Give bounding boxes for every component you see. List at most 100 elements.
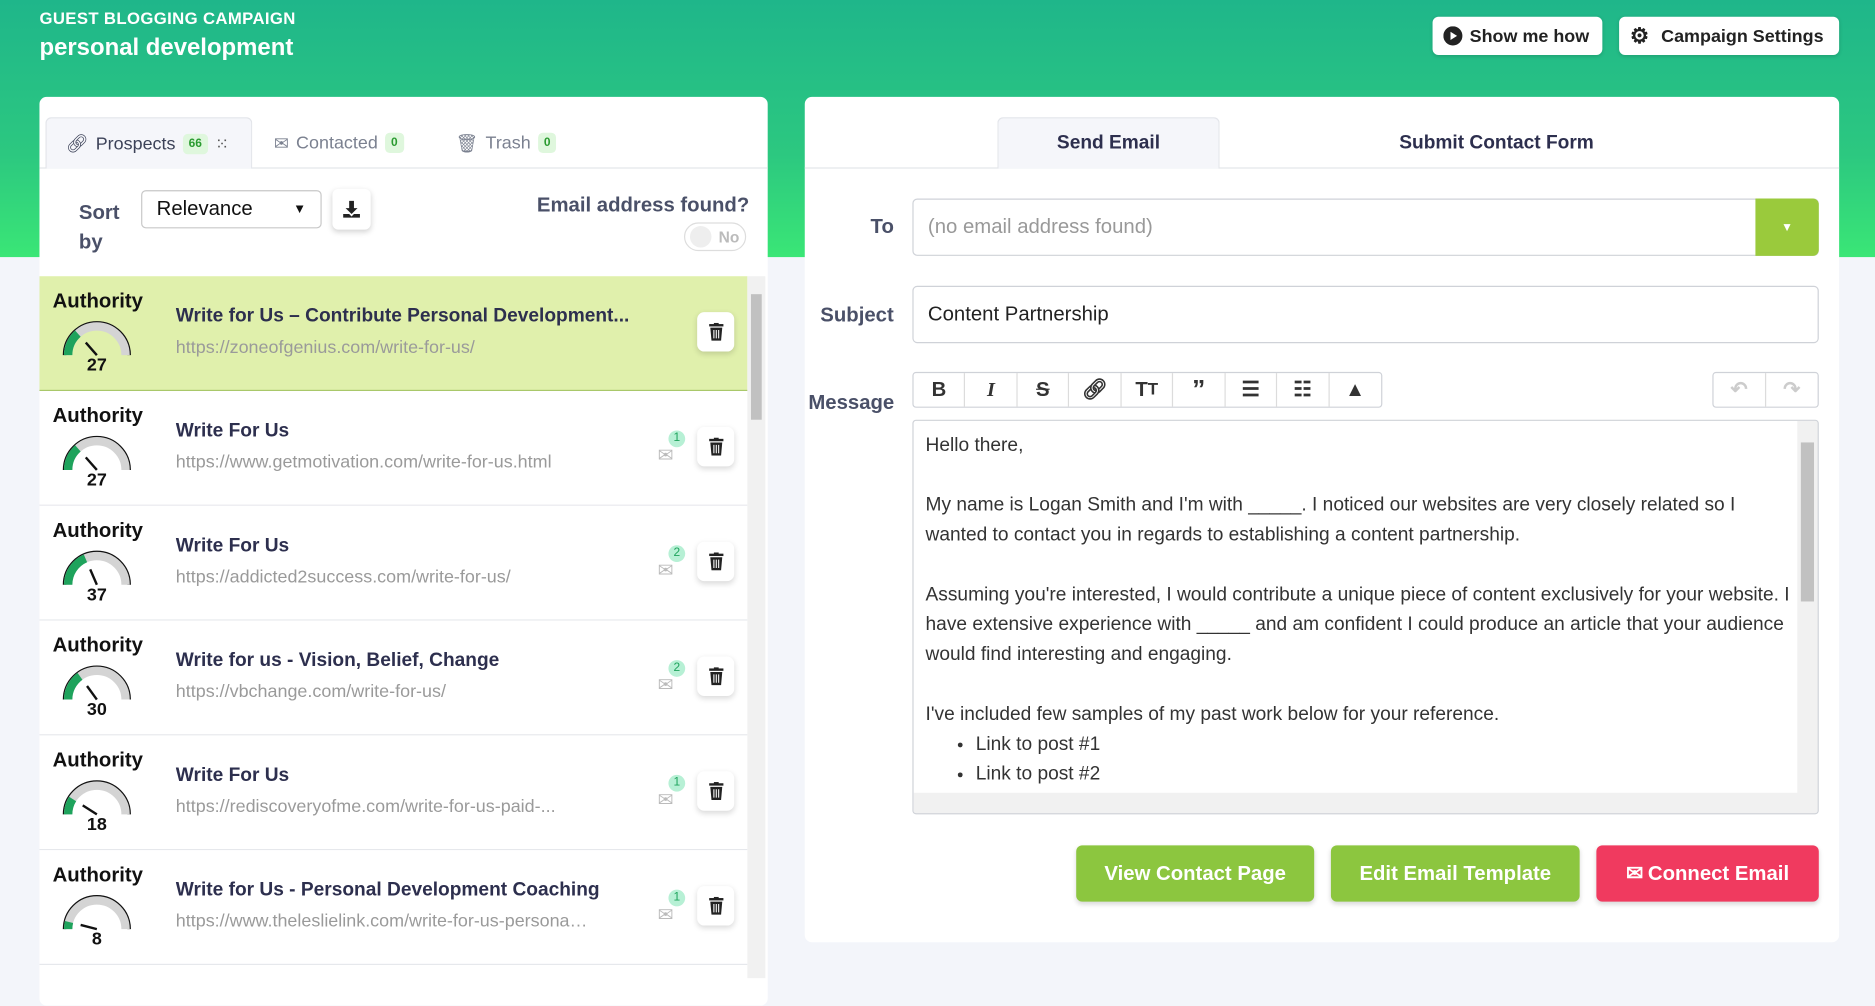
- delete-prospect-button[interactable]: [697, 312, 735, 352]
- bold-icon[interactable]: B: [914, 373, 966, 407]
- prospect-title[interactable]: Write for Us - Personal Development Coac…: [176, 880, 600, 902]
- delete-prospect-button[interactable]: [697, 426, 735, 467]
- gauge-needle: [84, 341, 98, 356]
- prospect-title[interactable]: Write For Us: [176, 421, 289, 443]
- chevron-down-icon: ▼: [293, 202, 307, 217]
- authority-gauge: [62, 780, 131, 816]
- message-paragraph: Hello there,: [925, 435, 1024, 456]
- undo-icon[interactable]: ↶: [1714, 373, 1766, 407]
- to-label: To: [870, 215, 894, 238]
- authority-value: 18: [86, 814, 107, 835]
- editor-hscrollbar[interactable]: [913, 792, 1818, 814]
- scrollbar-thumb[interactable]: [1800, 442, 1815, 602]
- to-dropdown-button[interactable]: ▼: [1755, 198, 1819, 256]
- prospect-url[interactable]: https://rediscoveryofme.com/write-for-us…: [176, 796, 556, 816]
- authority-label: Authority: [52, 518, 143, 542]
- message-list-item: Link to post #2: [976, 759, 1793, 789]
- campaign-settings-button[interactable]: ⚙ Campaign Settings: [1619, 16, 1840, 56]
- download-button[interactable]: [332, 189, 370, 230]
- trash-icon: [708, 552, 723, 571]
- authority-label: Authority: [52, 748, 143, 772]
- prospect-title[interactable]: Write for Us – Contribute Personal Devel…: [176, 306, 630, 328]
- loading-spinner-icon: ⁙: [215, 133, 230, 153]
- envelope-open-icon: ✉: [1626, 861, 1644, 885]
- italic-icon[interactable]: I: [966, 373, 1018, 407]
- envelope-icon: ✉: [657, 560, 674, 582]
- campaign-settings-label: Campaign Settings: [1661, 25, 1824, 47]
- authority-value: 8: [91, 929, 102, 950]
- prospect-row[interactable]: Authority 8 Write for Us - Personal Deve…: [39, 850, 748, 966]
- authority-gauge: [62, 321, 131, 356]
- gauge-bg: [63, 781, 130, 815]
- trash-icon: [708, 782, 723, 800]
- link-icon[interactable]: 🔗︎: [1069, 373, 1122, 407]
- prospect-row[interactable]: Authority 27 Write for Us – Contribute P…: [39, 276, 748, 392]
- prospect-url[interactable]: https://www.getmotivation.com/write-for-…: [176, 452, 552, 472]
- sort-value: Relevance: [156, 197, 253, 221]
- numbered-list-icon[interactable]: ☷: [1277, 373, 1330, 407]
- prospect-title[interactable]: Write For Us: [176, 765, 289, 787]
- prospect-title[interactable]: Write For Us: [176, 536, 289, 558]
- email-count-indicator: ✉ 2: [658, 660, 689, 696]
- prospect-url[interactable]: https://vbchange.com/write-for-us/: [176, 682, 446, 702]
- email-count-badge: 1: [668, 889, 686, 907]
- message-paragraph: Assuming you're interested, I would cont…: [925, 584, 1790, 665]
- view-contact-page-button[interactable]: View Contact Page: [1076, 845, 1315, 902]
- tab-submit-contact-form[interactable]: Submit Contact Form: [1351, 117, 1642, 168]
- to-input[interactable]: (no email address found): [912, 198, 1819, 256]
- gauge-needle: [84, 456, 98, 471]
- image-icon[interactable]: ▲: [1329, 373, 1381, 406]
- email-count-indicator: ✉ 1: [657, 889, 689, 926]
- prospect-url[interactable]: https://zoneofgenius.com/write-for-us/: [176, 337, 475, 357]
- scrollbar-thumb[interactable]: [750, 294, 762, 420]
- tab-trash[interactable]: 🗑︎ Trash 0: [456, 117, 557, 168]
- delete-prospect-button[interactable]: [697, 656, 735, 696]
- show-me-how-label: Show me how: [1469, 25, 1590, 47]
- list-scrollbar[interactable]: [747, 276, 766, 979]
- tab-prospects[interactable]: 🔗︎ Prospects 66 ⁙: [45, 117, 253, 169]
- prospect-row[interactable]: Authority 27 Write For Us https://www.ge…: [39, 391, 748, 506]
- email-count-indicator: ✉ 2: [657, 545, 689, 582]
- gauge-fill: [63, 796, 77, 815]
- email-count-badge: 1: [668, 430, 686, 448]
- subject-input[interactable]: Content Partnership: [912, 285, 1819, 344]
- message-editor[interactable]: Hello there, My name is Logan Smith and …: [912, 419, 1819, 815]
- trash-icon: [708, 896, 723, 915]
- prospect-row[interactable]: Authority 30 Write for us - Vision, Beli…: [39, 620, 748, 736]
- envelope-icon: ✉: [657, 905, 674, 926]
- prospect-title[interactable]: Write for us - Vision, Belief, Change: [176, 651, 500, 673]
- gauge-bg: [63, 896, 130, 930]
- prospect-row[interactable]: Authority 18 Write For Us https://redisc…: [39, 735, 748, 851]
- editor-vscrollbar[interactable]: [1797, 420, 1818, 795]
- prospect-row[interactable]: Authority 37 Write For Us https://addict…: [39, 505, 748, 621]
- history-toolbar: ↶ ↷: [1712, 371, 1819, 408]
- message-list-item: Link to post #1: [976, 729, 1793, 759]
- authority-value: 37: [86, 584, 107, 606]
- prospect-url[interactable]: https://www.theleslielink.com/write-for-…: [176, 911, 589, 931]
- delete-prospect-button[interactable]: [697, 541, 735, 582]
- delete-prospect-button[interactable]: [697, 771, 735, 811]
- connect-email-button[interactable]: ✉ Connect Email: [1596, 845, 1819, 902]
- toggle-knob: [689, 226, 712, 248]
- authority-value: 27: [86, 355, 107, 376]
- sort-select[interactable]: Relevance ▼: [141, 190, 322, 229]
- trash-icon: [708, 667, 723, 686]
- strikethrough-icon[interactable]: S: [1017, 373, 1070, 407]
- delete-prospect-button[interactable]: [697, 886, 735, 926]
- redo-icon[interactable]: ↷: [1766, 373, 1818, 406]
- quote-icon[interactable]: ”: [1173, 373, 1226, 407]
- edit-email-template-button[interactable]: Edit Email Template: [1330, 845, 1580, 902]
- trash-icon: [708, 322, 723, 341]
- link-icon: 🔗︎: [65, 133, 89, 155]
- email-found-toggle[interactable]: No: [683, 222, 747, 252]
- prospect-url[interactable]: https://addicted2success.com/write-for-u…: [176, 567, 511, 587]
- subject-label: Subject: [820, 303, 894, 327]
- bullet-list-icon[interactable]: ☰: [1225, 373, 1278, 407]
- text-size-icon[interactable]: TT: [1121, 373, 1174, 407]
- tab-contacted[interactable]: ✉ Contacted 0: [274, 117, 404, 168]
- show-me-how-button[interactable]: Show me how: [1432, 16, 1603, 56]
- editor-toolbar: B I S 🔗︎ TT ” ☰ ☷ ▲: [912, 371, 1383, 408]
- tab-send-email[interactable]: Send Email: [997, 117, 1220, 169]
- tab-label: Prospects: [95, 133, 176, 154]
- authority-label: Authority: [52, 404, 143, 427]
